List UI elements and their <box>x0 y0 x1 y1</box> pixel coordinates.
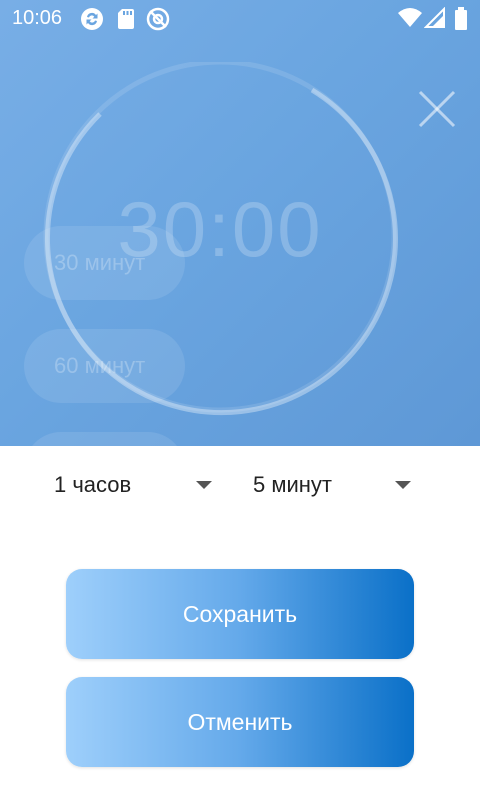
preset-label: 30 минут <box>54 250 146 275</box>
hours-dropdown[interactable]: 1 часов <box>54 472 212 498</box>
minutes-value: 5 минут <box>253 472 332 497</box>
at-icon <box>146 7 170 31</box>
preset-60-button[interactable]: 60 минут <box>24 329 185 403</box>
cancel-button[interactable]: Отменить <box>66 677 414 767</box>
timer-background: 10:06 30:00 30 минут 60 минут <box>0 0 480 446</box>
minutes-dropdown[interactable]: 5 минут <box>253 472 411 498</box>
status-time: 10:06 <box>12 7 63 29</box>
preset-30-button[interactable]: 30 минут <box>24 226 185 300</box>
status-bar: 10:06 <box>0 0 480 36</box>
signal-icon <box>424 7 445 28</box>
preset-label: 60 минут <box>54 353 146 378</box>
wifi-icon <box>398 8 422 27</box>
duration-picker-row: 1 часов 5 минут <box>0 446 480 526</box>
sync-icon <box>81 8 103 30</box>
battery-icon <box>455 7 467 30</box>
chevron-down-icon <box>395 481 411 489</box>
close-icon[interactable] <box>414 86 460 132</box>
chevron-down-icon <box>196 481 212 489</box>
preset-third-button[interactable] <box>24 432 185 446</box>
sd-card-icon <box>118 9 134 29</box>
hours-value: 1 часов <box>54 472 132 497</box>
save-button[interactable]: Сохранить <box>66 569 414 659</box>
